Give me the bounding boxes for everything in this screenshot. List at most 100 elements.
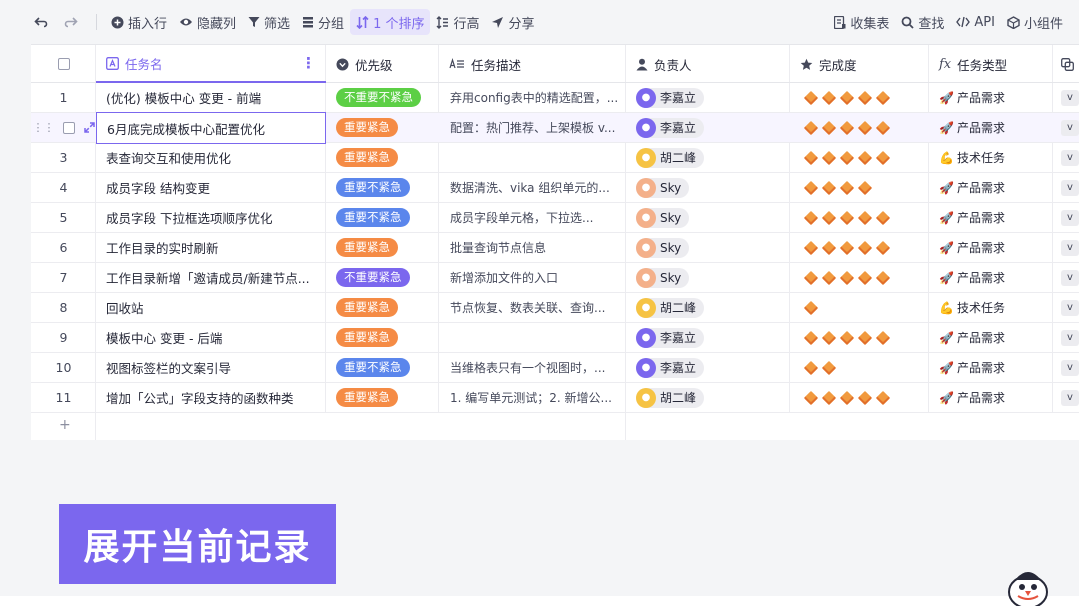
undo-button[interactable] xyxy=(28,9,58,35)
priority-cell[interactable]: 重要不紧急 xyxy=(326,173,439,202)
link-cell[interactable]: v xyxy=(1053,203,1079,232)
task-name-cell[interactable]: 增加「公式」字段支持的函数种类 xyxy=(96,383,326,412)
share-button[interactable]: 分享 xyxy=(485,9,540,35)
task-name-cell[interactable]: 模板中心 变更 - 后端 xyxy=(96,323,326,352)
progress-rating-cell[interactable] xyxy=(790,293,929,322)
insert-row-button[interactable]: 插入行 xyxy=(105,9,173,35)
table-row[interactable]: 6 工作目录的实时刷新 重要紧急 批量查询节点信息 ● Sky 🚀 产品需求 v xyxy=(31,233,1079,263)
priority-cell[interactable]: 重要不紧急 xyxy=(326,203,439,232)
task-name-cell[interactable]: 工作目录的实时刷新 xyxy=(96,233,326,262)
priority-cell[interactable]: 不重要紧急 xyxy=(326,263,439,292)
description-cell[interactable]: 批量查询节点信息 xyxy=(439,233,626,262)
task-type-cell[interactable]: 💪 技术任务 xyxy=(929,143,1053,172)
task-name-cell[interactable]: 成员字段 结构变更 xyxy=(96,173,326,202)
task-name-cell[interactable]: 6月底完成模板中心配置优化 xyxy=(96,112,326,144)
header-progress[interactable]: 完成度 xyxy=(790,45,929,83)
progress-rating-cell[interactable] xyxy=(790,383,929,412)
progress-rating-cell[interactable] xyxy=(790,83,929,112)
link-cell[interactable]: v xyxy=(1053,113,1079,142)
task-name-cell[interactable]: 视图标签栏的文案引导 xyxy=(96,353,326,382)
link-cell[interactable]: v xyxy=(1053,293,1079,322)
description-cell[interactable]: 弃用config表中的精选配置，... xyxy=(439,83,626,112)
select-all-cell[interactable] xyxy=(31,45,96,83)
progress-rating-cell[interactable] xyxy=(790,143,929,172)
progress-rating-cell[interactable] xyxy=(790,113,929,142)
link-cell[interactable]: v xyxy=(1053,143,1079,172)
task-type-cell[interactable]: 🚀 产品需求 xyxy=(929,383,1053,412)
table-row[interactable]: 1 (优化) 模板中心 变更 - 前端 不重要不紧急 弃用config表中的精选配… xyxy=(31,83,1079,113)
expand-record-icon[interactable] xyxy=(83,122,95,133)
progress-rating-cell[interactable] xyxy=(790,263,929,292)
header-task-name[interactable]: 任务名 ⋮ xyxy=(96,45,326,83)
owner-cell[interactable]: ● 胡二峰 xyxy=(626,293,790,322)
header-owner[interactable]: 负责人 xyxy=(626,45,790,83)
owner-cell[interactable]: ● 李嘉立 xyxy=(626,353,790,382)
search-button[interactable]: 查找 xyxy=(895,9,950,35)
description-cell[interactable] xyxy=(439,323,626,352)
owner-cell[interactable]: ● Sky xyxy=(626,173,790,202)
owner-cell[interactable]: ● 胡二峰 xyxy=(626,143,790,172)
priority-cell[interactable]: 重要紧急 xyxy=(326,143,439,172)
description-cell[interactable]: 节点恢复、数表关联、查询... xyxy=(439,293,626,322)
priority-cell[interactable]: 重要紧急 xyxy=(326,293,439,322)
task-type-cell[interactable]: 🚀 产品需求 xyxy=(929,173,1053,202)
task-type-cell[interactable]: 🚀 产品需求 xyxy=(929,113,1053,142)
description-cell[interactable] xyxy=(439,143,626,172)
table-row[interactable]: 3 表查询交互和使用优化 重要紧急 ● 胡二峰 💪 技术任务 v xyxy=(31,143,1079,173)
task-type-cell[interactable]: 🚀 产品需求 xyxy=(929,353,1053,382)
task-type-cell[interactable]: 💪 技术任务 xyxy=(929,293,1053,322)
description-cell[interactable]: 成员字段单元格，下拉选... xyxy=(439,203,626,232)
task-name-cell[interactable]: 回收站 xyxy=(96,293,326,322)
table-row[interactable]: 5 成员字段 下拉框选项顺序优化 重要不紧急 成员字段单元格，下拉选... ● S… xyxy=(31,203,1079,233)
select-all-checkbox[interactable] xyxy=(57,58,70,70)
widget-button[interactable]: 小组件 xyxy=(1001,9,1069,35)
link-cell[interactable]: v xyxy=(1053,353,1079,382)
table-row[interactable]: ⋮⋮ 6月底完成模板中心配置优化 重要紧急 配置：热门推荐、上架模板 v... … xyxy=(31,112,1079,144)
table-row[interactable]: 8 回收站 重要紧急 节点恢复、数表关联、查询... ● 胡二峰 💪 技术任务 v xyxy=(31,293,1079,323)
add-row-button[interactable]: + xyxy=(31,413,439,440)
description-cell[interactable]: 数据清洗、vika 组织单元的... xyxy=(439,173,626,202)
hide-columns-button[interactable]: 隐藏列 xyxy=(173,9,242,35)
task-type-cell[interactable]: 🚀 产品需求 xyxy=(929,233,1053,262)
description-cell[interactable]: 当维格表只有一个视图时，... xyxy=(439,353,626,382)
redo-button[interactable] xyxy=(58,9,88,35)
more-vertical-icon[interactable]: ⋮ xyxy=(301,56,316,71)
task-type-cell[interactable]: 🚀 产品需求 xyxy=(929,203,1053,232)
owner-cell[interactable]: ● 胡二峰 xyxy=(626,383,790,412)
row-checkbox[interactable] xyxy=(62,121,75,134)
table-row[interactable]: 10 视图标签栏的文案引导 重要不紧急 当维格表只有一个视图时，... ● 李嘉立… xyxy=(31,353,1079,383)
header-priority[interactable]: 优先级 xyxy=(326,45,439,83)
task-type-cell[interactable]: 🚀 产品需求 xyxy=(929,263,1053,292)
row-height-button[interactable]: 行高 xyxy=(430,9,485,35)
drag-handle-icon[interactable]: ⋮⋮ xyxy=(33,121,55,134)
task-name-cell[interactable]: (优化) 模板中心 变更 - 前端 xyxy=(96,83,326,112)
filter-button[interactable]: 筛选 xyxy=(242,9,296,35)
progress-rating-cell[interactable] xyxy=(790,233,929,262)
link-cell[interactable]: v xyxy=(1053,233,1079,262)
owner-cell[interactable]: ● 李嘉立 xyxy=(626,113,790,142)
priority-cell[interactable]: 重要紧急 xyxy=(326,323,439,352)
header-task-type[interactable]: fx 任务类型 xyxy=(929,45,1053,83)
sort-button[interactable]: 1 个排序 xyxy=(350,9,431,35)
link-cell[interactable]: v xyxy=(1053,83,1079,112)
table-row[interactable]: 7 工作目录新增「邀请成员/新建节点... 不重要紧急 新增添加文件的入口 ● S… xyxy=(31,263,1079,293)
api-button[interactable]: API xyxy=(950,9,1001,35)
task-type-cell[interactable]: 🚀 产品需求 xyxy=(929,323,1053,352)
table-row[interactable]: 4 成员字段 结构变更 重要不紧急 数据清洗、vika 组织单元的... ● Sk… xyxy=(31,173,1079,203)
link-cell[interactable]: v xyxy=(1053,263,1079,292)
task-name-cell[interactable]: 成员字段 下拉框选项顺序优化 xyxy=(96,203,326,232)
priority-cell[interactable]: 重要不紧急 xyxy=(326,353,439,382)
link-cell[interactable]: v xyxy=(1053,173,1079,202)
table-row[interactable]: 9 模板中心 变更 - 后端 重要紧急 ● 李嘉立 🚀 产品需求 v xyxy=(31,323,1079,353)
owner-cell[interactable]: ● 李嘉立 xyxy=(626,323,790,352)
link-cell[interactable]: v xyxy=(1053,323,1079,352)
description-cell[interactable]: 配置：热门推荐、上架模板 v... xyxy=(439,113,626,142)
priority-cell[interactable]: 重要紧急 xyxy=(326,383,439,412)
task-name-cell[interactable]: 工作目录新增「邀请成员/新建节点... xyxy=(96,263,326,292)
progress-rating-cell[interactable] xyxy=(790,323,929,352)
owner-cell[interactable]: ● 李嘉立 xyxy=(626,83,790,112)
priority-cell[interactable]: 不重要不紧急 xyxy=(326,83,439,112)
task-name-cell[interactable]: 表查询交互和使用优化 xyxy=(96,143,326,172)
owner-cell[interactable]: ● Sky xyxy=(626,203,790,232)
progress-rating-cell[interactable] xyxy=(790,203,929,232)
